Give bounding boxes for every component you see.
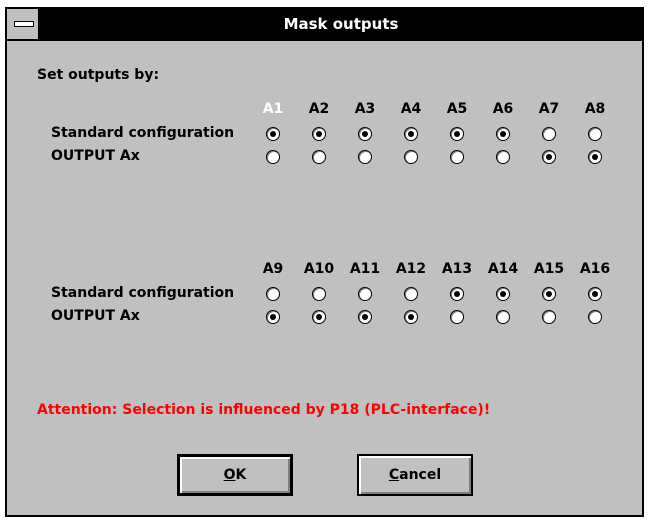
column-header-a2: A2 (308, 101, 330, 117)
standard-radio-a15[interactable] (542, 287, 556, 301)
output-radio-a13[interactable] (450, 310, 464, 324)
standard-radio-a8[interactable] (588, 127, 602, 141)
standard-radio-a7[interactable] (542, 127, 556, 141)
standard-radio-a1[interactable] (266, 127, 280, 141)
column-header-a9: A9 (262, 261, 284, 277)
column-header-a12: A12 (395, 261, 427, 277)
column-header-a6: A6 (492, 101, 514, 117)
standard-radio-a12[interactable] (404, 287, 418, 301)
output-radio-a1[interactable] (266, 150, 280, 164)
standard-radio-a2[interactable] (312, 127, 326, 141)
set-outputs-label: Set outputs by: (37, 67, 160, 83)
standard-radio-a5[interactable] (450, 127, 464, 141)
group1-standard-config-label: Standard configuration (51, 125, 235, 141)
column-header-a11: A11 (349, 261, 381, 277)
column-header-a3: A3 (354, 101, 376, 117)
column-header-a10: A10 (303, 261, 335, 277)
standard-radio-a6[interactable] (496, 127, 510, 141)
standard-radio-a16[interactable] (588, 287, 602, 301)
output-radio-a9[interactable] (266, 310, 280, 324)
mask-outputs-dialog: Mask outputs Set outputs by: A1 A2 A3 A4 A5 A… (5, 7, 644, 517)
system-menu-icon (14, 21, 34, 27)
output-radio-a14[interactable] (496, 310, 510, 324)
column-header-a4: A4 (400, 101, 422, 117)
output-radio-a8[interactable] (588, 150, 602, 164)
column-header-a5: A5 (446, 101, 468, 117)
cancel-label-rest: ancel (399, 467, 442, 483)
output-radio-a7[interactable] (542, 150, 556, 164)
ok-label-rest: K (235, 467, 247, 483)
output-radio-a15[interactable] (542, 310, 556, 324)
column-header-a8: A8 (584, 101, 606, 117)
column-header-a7: A7 (538, 101, 560, 117)
output-radio-a3[interactable] (358, 150, 372, 164)
group2-standard-config-label: Standard configuration (51, 285, 235, 301)
column-header-a15: A15 (533, 261, 565, 277)
output-radio-a12[interactable] (404, 310, 418, 324)
output-radio-a5[interactable] (450, 150, 464, 164)
group1-output-ax-label: OUTPUT Ax (51, 148, 140, 164)
output-radio-a4[interactable] (404, 150, 418, 164)
column-header-a13: A13 (441, 261, 473, 277)
ok-button[interactable]: OK (177, 454, 293, 496)
cancel-mnemonic: C (388, 467, 400, 483)
column-header-a1: A1 (262, 101, 284, 117)
standard-radio-a9[interactable] (266, 287, 280, 301)
column-header-a14: A14 (487, 261, 519, 277)
window-title: Mask outputs (283, 15, 399, 33)
cancel-button[interactable]: Cancel (357, 454, 473, 496)
system-menu-button[interactable] (7, 9, 40, 39)
standard-radio-a4[interactable] (404, 127, 418, 141)
standard-radio-a10[interactable] (312, 287, 326, 301)
standard-radio-a13[interactable] (450, 287, 464, 301)
output-radio-a10[interactable] (312, 310, 326, 324)
standard-radio-a14[interactable] (496, 287, 510, 301)
standard-radio-a11[interactable] (358, 287, 372, 301)
standard-radio-a3[interactable] (358, 127, 372, 141)
output-radio-a2[interactable] (312, 150, 326, 164)
group2-output-ax-label: OUTPUT Ax (51, 308, 140, 324)
ok-mnemonic: O (223, 467, 236, 483)
output-radio-a11[interactable] (358, 310, 372, 324)
output-radio-a16[interactable] (588, 310, 602, 324)
output-radio-a6[interactable] (496, 150, 510, 164)
title-bar: Mask outputs (7, 9, 642, 41)
column-header-a16: A16 (579, 261, 611, 277)
attention-message: Attention: Selection is influenced by P1… (37, 402, 491, 418)
